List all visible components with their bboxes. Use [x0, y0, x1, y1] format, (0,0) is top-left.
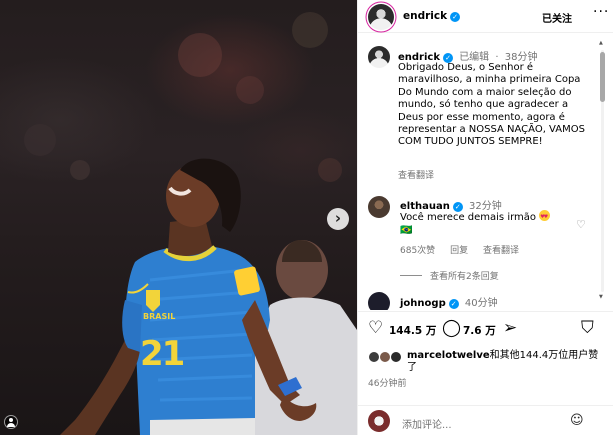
comments-scroll-area[interactable]: endrick ✓ 已编辑 · 38分钟 Obrigado Deus, o Sen…	[358, 34, 613, 310]
liked-by-text[interactable]: marcelotwelve和其他144.4万位用户赞了	[407, 350, 607, 374]
jersey-badge-text: BRASIL	[143, 312, 176, 321]
comment-avatar[interactable]	[368, 196, 390, 218]
verified-badge-icon: ✓	[450, 12, 461, 22]
caption-meta: endrick ✓ 已编辑 · 38分钟	[398, 48, 537, 63]
heart-eyes-emoji-icon	[539, 210, 551, 224]
scroll-down-arrow-icon[interactable]: ▼	[599, 294, 603, 300]
view-all-replies-link[interactable]: 查看所有2条回复	[400, 269, 499, 282]
comment-likes-count[interactable]: 685次赞	[400, 246, 435, 256]
comment-username[interactable]: johnogp	[400, 298, 446, 309]
comment-bubble-icon[interactable]: ◯	[442, 320, 461, 337]
post-actions-bar: ♡ 144.5 万 ◯ 7.6 万 ➢ ⛉	[358, 311, 613, 347]
comment-actions: 685次赞 回复 查看翻译	[400, 243, 531, 256]
comment-meta: johnogp ✓ 40分钟	[400, 294, 498, 309]
post-header: endrick ✓ 已关注 ···	[358, 0, 613, 33]
post-time-ago: 46分钟前	[368, 379, 407, 389]
tagged-users-icon[interactable]	[4, 415, 18, 429]
author-username[interactable]: endrick ✓	[403, 10, 461, 22]
like-heart-icon[interactable]: ♡	[368, 320, 383, 337]
comment-flag-emoji: 🇧🇷	[400, 225, 413, 236]
more-options-icon[interactable]: ···	[593, 4, 609, 20]
following-button[interactable]: 已关注	[542, 10, 572, 25]
share-send-icon[interactable]: ➢	[503, 320, 517, 337]
comment-like-heart-icon[interactable]: ♡	[576, 218, 586, 231]
next-photo-button[interactable]: ›	[327, 208, 349, 230]
add-comment-input[interactable]: 添加评论...	[402, 416, 452, 431]
current-user-avatar	[368, 410, 390, 432]
comments-count[interactable]: 7.6 万	[463, 323, 496, 338]
jersey-number: 21	[140, 334, 185, 374]
post-photo[interactable]: BRASIL 21 ›	[0, 0, 357, 435]
author-avatar[interactable]	[368, 4, 394, 30]
post-sidebar: endrick ✓ 已关注 ··· endrick ✓ 已编辑 · 38分钟 Obr…	[357, 0, 613, 435]
caption-author-avatar[interactable]	[368, 46, 390, 68]
scrollbar[interactable]: ▲ ▼	[599, 40, 606, 302]
comment-reply-link[interactable]: 回复	[450, 246, 468, 256]
add-comment-row: 添加评论... ☺	[358, 405, 613, 435]
caption-translate-link[interactable]: 查看翻译	[398, 168, 434, 181]
likes-count[interactable]: 144.5 万	[389, 323, 436, 338]
comment-time: 40分钟	[464, 298, 498, 309]
verified-badge-icon: ✓	[448, 299, 459, 309]
scroll-up-arrow-icon[interactable]: ▲	[599, 40, 603, 46]
comment-text: Você merece demais irmão 🇧🇷	[400, 210, 560, 237]
comment-translate-link[interactable]: 查看翻译	[483, 246, 519, 256]
liker-avatar[interactable]	[390, 351, 402, 363]
emoji-picker-icon[interactable]: ☺	[570, 413, 584, 428]
caption-text: Obrigado Deus, o Senhor é maravilhoso, a…	[398, 62, 585, 148]
comment-avatar[interactable]	[368, 292, 390, 310]
scrollbar-thumb[interactable]	[600, 52, 605, 102]
save-bookmark-icon[interactable]: ⛉	[581, 320, 594, 337]
